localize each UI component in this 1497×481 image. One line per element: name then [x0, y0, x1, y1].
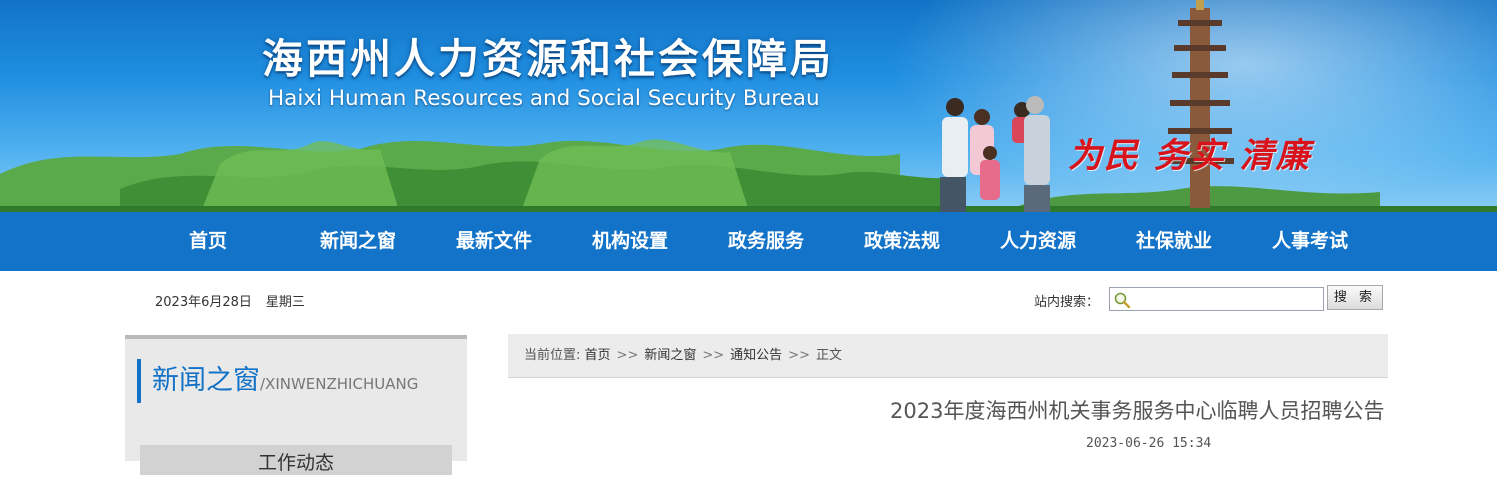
sidebar-title: 新闻之窗/XINWENZHICHUANG	[137, 359, 418, 403]
breadcrumb-separator: >>	[702, 348, 725, 363]
slogan: 为民 务实 清廉	[1068, 136, 1312, 176]
date-text: 2023年6月28日	[155, 295, 252, 310]
nav-item-government-services[interactable]: 政务服务	[698, 212, 834, 271]
article-datetime: 2023-06-26 15:34	[1086, 436, 1212, 451]
nav-item-latest-documents[interactable]: 最新文件	[426, 212, 562, 271]
pagoda-tower-image	[1166, 0, 1234, 208]
family-photo-image	[940, 96, 1050, 214]
breadcrumb-news[interactable]: 新闻之窗	[644, 348, 696, 363]
breadcrumb-home[interactable]: 首页	[585, 348, 611, 363]
breadcrumb-notices[interactable]: 通知公告	[730, 348, 782, 363]
nav-item-policies[interactable]: 政策法规	[834, 212, 970, 271]
breadcrumb-separator: >>	[616, 348, 639, 363]
nav-item-news[interactable]: 新闻之窗	[290, 212, 426, 271]
site-subtitle: Haixi Human Resources and Social Securit…	[268, 86, 820, 111]
search-label: 站内搜索：	[1034, 295, 1100, 310]
breadcrumb-separator: >>	[788, 348, 810, 363]
site-title: 海西州人力资源和社会保障局	[262, 35, 834, 83]
header-banner: 海西州人力资源和社会保障局 Haixi Human Resources and …	[0, 0, 1497, 214]
sidebar-title-en: /XINWENZHICHUANG	[260, 375, 419, 393]
nav-item-human-resources[interactable]: 人力资源	[970, 212, 1106, 271]
nav-item-personnel-exams[interactable]: 人事考试	[1242, 212, 1378, 271]
search-box[interactable]	[1109, 287, 1324, 311]
article-title: 2023年度海西州机关事务服务中心临聘人员招聘公告	[890, 399, 1385, 423]
sidebar-title-cn: 新闻之窗	[152, 365, 260, 396]
search-button[interactable]: 搜 索	[1327, 285, 1383, 310]
sidebar: 新闻之窗/XINWENZHICHUANG 工作动态	[125, 335, 467, 475]
nav-item-social-security[interactable]: 社保就业	[1106, 212, 1242, 271]
weekday-text: 星期三	[265, 295, 305, 310]
breadcrumb-prefix: 当前位置:	[524, 348, 581, 363]
search-input[interactable]	[1134, 290, 1324, 310]
nav-item-organization[interactable]: 机构设置	[562, 212, 698, 271]
breadcrumb-current: 正文	[815, 348, 842, 363]
breadcrumb: 当前位置: 首页 >> 新闻之窗 >> 通知公告 >> 正文	[508, 334, 1388, 378]
search-icon	[1114, 292, 1131, 309]
main-nav: 首页 新闻之窗 最新文件 机构设置 政务服务 政策法规 人力资源 社保就业 人事…	[0, 212, 1497, 271]
current-date: 2023年6月28日 星期三	[155, 291, 305, 310]
nav-item-home[interactable]: 首页	[126, 212, 290, 271]
sidebar-item-work-updates[interactable]: 工作动态	[140, 445, 452, 475]
nav-items: 首页 新闻之窗 最新文件 机构设置 政务服务 政策法规 人力资源 社保就业 人事…	[126, 212, 1378, 271]
